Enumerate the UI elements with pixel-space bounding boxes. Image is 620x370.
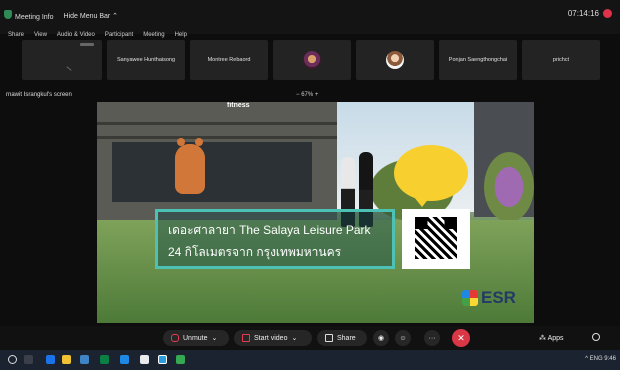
menu-bar: Share View Audio & Video Participant Mee… xyxy=(8,32,187,38)
participant-name: prichct xyxy=(552,57,570,63)
caption-line-1: เดอะศาลายา The Salaya Leisure Park xyxy=(168,223,371,237)
meeting-info-label: Meeting Info xyxy=(15,14,54,21)
participant-tile[interactable]: prichct xyxy=(522,40,600,80)
apps-button[interactable]: ⁂ Apps xyxy=(539,334,564,342)
participant-tile[interactable]: Montree Rebaord xyxy=(190,40,268,80)
participant-tile[interactable]: Ponjan Saengthongchai xyxy=(439,40,517,80)
mic-muted-icon xyxy=(171,334,179,342)
app-icon[interactable] xyxy=(100,355,109,364)
building xyxy=(97,102,337,222)
chrome-icon[interactable] xyxy=(176,355,185,364)
store-icon[interactable] xyxy=(80,355,89,364)
task-view-icon[interactable] xyxy=(24,355,33,364)
esr-logo-text: ESR xyxy=(481,288,516,307)
menu-view[interactable]: View xyxy=(34,32,47,38)
zoom-out-button[interactable]: − xyxy=(296,92,300,98)
participant-name: Sanyawee Hunthaisong xyxy=(116,57,176,63)
menu-audio-video[interactable]: Audio & Video xyxy=(57,32,95,38)
mail-icon[interactable] xyxy=(120,355,129,364)
leave-button[interactable]: ✕ xyxy=(452,329,470,347)
cursor-icon xyxy=(66,66,72,71)
search-icon[interactable] xyxy=(8,355,17,364)
share-icon xyxy=(325,334,333,342)
menu-participant[interactable]: Participant xyxy=(105,32,133,38)
participant-strip: Sanyawee Hunthaisong Montree Rebaord Pon… xyxy=(22,40,600,80)
share-button[interactable]: Share xyxy=(317,330,367,346)
participant-name: Ponjan Saengthongchai xyxy=(448,57,508,63)
qr-code xyxy=(402,209,470,269)
avatar xyxy=(303,51,321,69)
reactions-button[interactable]: ☺ xyxy=(395,330,411,346)
meeting-controls: Unmute ⌄ Start video ⌄ Share ◉ ☺ ··· ✕ ⁂… xyxy=(0,326,620,350)
hide-menu-bar-label: Hide Menu Bar xyxy=(63,12,111,20)
caption-line-2: 24 กิโลเมตรจาก กรุงเทพมหานคร xyxy=(168,245,342,259)
video-icon xyxy=(80,43,94,46)
participant-tile[interactable] xyxy=(22,40,102,80)
smiley-icon: ☺ xyxy=(399,334,407,342)
start-video-label: Start video xyxy=(254,334,288,342)
share-label: Share xyxy=(337,334,356,342)
windows-taskbar: ^ ENG 9:46 xyxy=(0,350,620,370)
record-button[interactable]: ◉ xyxy=(373,330,389,346)
participant-tile[interactable] xyxy=(356,40,434,80)
record-icon: ◉ xyxy=(377,335,385,342)
chevron-down-icon[interactable]: ⌄ xyxy=(291,334,297,342)
apps-label: Apps xyxy=(547,335,564,342)
video-off-icon xyxy=(242,334,250,342)
menu-help[interactable]: Help xyxy=(175,32,187,38)
meeting-info-button[interactable]: Meeting Info xyxy=(4,10,54,21)
esr-logo-icon xyxy=(462,290,478,306)
participants-icon[interactable] xyxy=(592,333,600,341)
edge-icon[interactable] xyxy=(46,355,55,364)
chevron-down-icon[interactable]: ⌄ xyxy=(212,334,218,342)
shared-screen: fitness เดอะศาลายา The Salaya Leisure Pa… xyxy=(97,102,534,323)
elapsed-time: 07:14:16 xyxy=(567,9,599,18)
participant-tile[interactable]: Sanyawee Hunthaisong xyxy=(107,40,185,80)
location-caption: เดอะศาลายา The Salaya Leisure Park 24 กิ… xyxy=(155,209,395,269)
menu-meeting[interactable]: Meeting xyxy=(143,32,164,38)
meeting-timer: 07:14:16 xyxy=(568,9,612,18)
shield-icon xyxy=(4,10,12,19)
participant-name: Montree Rebaord xyxy=(207,57,251,63)
app-icon[interactable] xyxy=(140,355,149,364)
menu-share[interactable]: Share xyxy=(8,32,24,38)
participant-tile[interactable] xyxy=(273,40,351,80)
flower-bushes xyxy=(484,152,534,222)
zoom-level: 67% xyxy=(301,92,314,98)
avatar xyxy=(386,51,404,69)
unmute-button[interactable]: Unmute ⌄ xyxy=(163,330,229,346)
more-icon: ··· xyxy=(428,334,436,342)
start-video-button[interactable]: Start video ⌄ xyxy=(234,330,312,346)
zoom-control: − 67% + xyxy=(296,92,318,98)
hide-menu-bar-button[interactable]: Hide Menu Bar ⌃ xyxy=(64,12,119,20)
more-button[interactable]: ··· xyxy=(424,330,440,346)
meeting-info-area: Meeting Info Hide Menu Bar ⌃ xyxy=(4,10,118,21)
zoom-in-button[interactable]: + xyxy=(315,92,319,98)
bear-statue xyxy=(175,138,205,194)
speech-bubble xyxy=(394,145,468,207)
system-tray[interactable]: ^ ENG 9:46 xyxy=(585,356,616,362)
fitness-sign: fitness xyxy=(227,102,250,109)
esr-logo: ESR xyxy=(462,288,516,308)
zoom-app-icon[interactable] xyxy=(158,355,167,364)
recording-icon[interactable] xyxy=(603,9,612,18)
share-title: rnawit Israngkul's screen xyxy=(6,92,72,98)
folder-icon[interactable] xyxy=(62,355,71,364)
unmute-label: Unmute xyxy=(183,334,208,342)
close-icon: ✕ xyxy=(457,332,465,343)
top-bar: Meeting Info Hide Menu Bar ⌃ 07:14:16 xyxy=(0,0,620,34)
